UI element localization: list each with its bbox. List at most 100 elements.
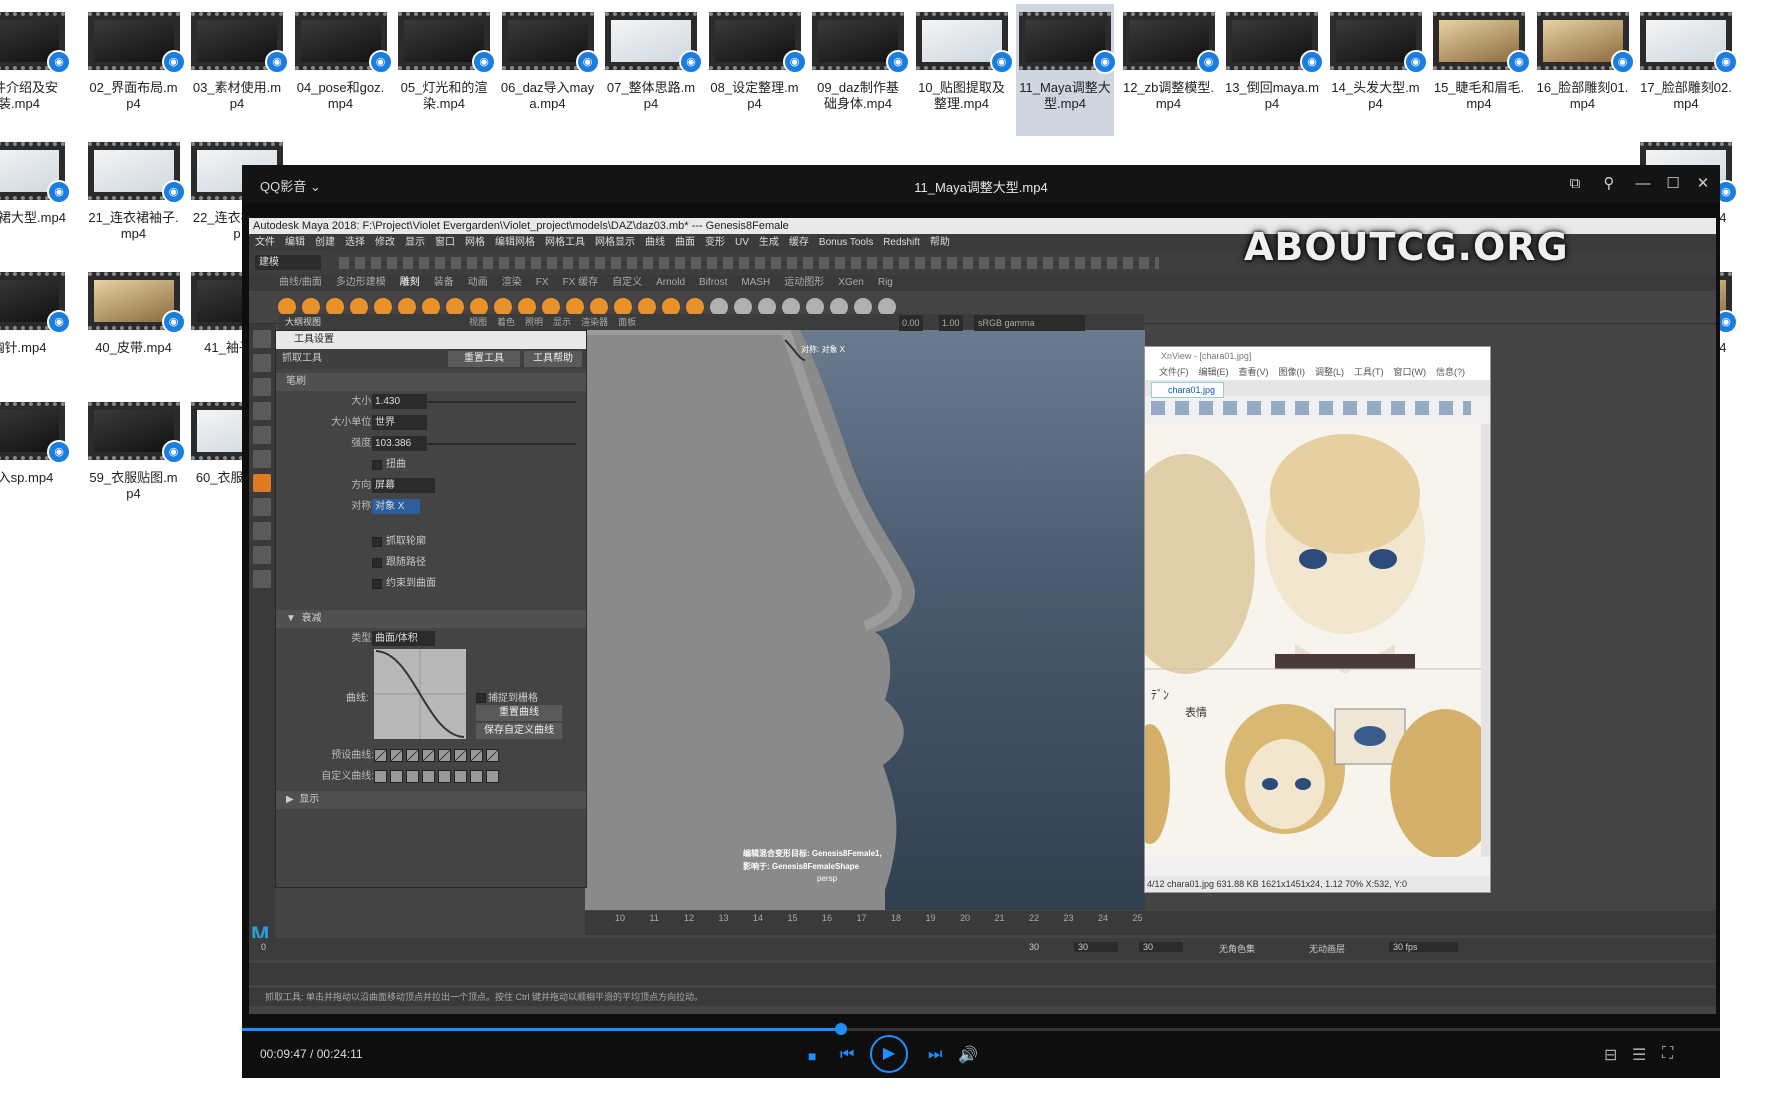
range-start[interactable]: 0 [261,942,266,952]
viewport-menu-item[interactable]: 面板 [618,317,636,327]
anim-layer-select[interactable]: 无动画层 [1309,942,1345,955]
maya-menu-item[interactable]: 窗口 [435,237,455,248]
shelf-tab[interactable]: Bifrost [699,277,727,288]
display-section[interactable]: ▶ 显示 [276,791,586,809]
character-set-select[interactable]: 无角色集 [1219,942,1255,955]
shelf-tab[interactable]: FX 缓存 [563,277,599,288]
file-item[interactable]: ◉ 导入sp.mp4 [0,394,71,526]
curve-swatch[interactable] [422,770,435,783]
curve-swatch[interactable] [390,749,403,762]
constrain-checkbox[interactable] [372,579,382,589]
playback-end-field[interactable]: 30 [1139,942,1184,952]
shelf-tab[interactable]: 装备 [434,277,454,288]
maya-viewport[interactable]: 对称: 对象 X 编辑混合变形目标: Genesis8Female1, 影响于:… [585,330,1145,910]
xnview-menu-item[interactable]: 图像(I) [1279,367,1306,377]
curve-swatch[interactable] [438,770,451,783]
size-slider[interactable] [428,401,576,403]
layout-two-icon[interactable] [253,546,271,564]
file-item[interactable]: ◉ 文件介绍及安装.mp4 [0,4,71,136]
previous-icon[interactable]: ⏮ [840,1046,854,1064]
file-item[interactable]: ◉ 04_pose和goz.mp4 [292,4,393,136]
file-item[interactable]: ◉ 02_界面布局.mp4 [85,4,186,136]
maya-menu-item[interactable]: 网格 [465,237,485,248]
viewport-menu-item[interactable]: 视图 [469,317,487,327]
maya-menu-item[interactable]: Redshift [883,237,920,248]
progress-knob[interactable] [834,1023,847,1035]
time-slider[interactable]: 10 11 12 13 14 15 16 17 18 19 20 21 22 23 24 25 [585,911,1716,935]
viewport-menu-item[interactable]: 显示 [553,317,571,327]
paint-select-icon[interactable] [253,378,271,396]
gamma-field[interactable]: 1.00 [939,315,963,331]
select-tool-icon[interactable] [253,330,271,348]
curve-swatch[interactable] [470,770,483,783]
toolbox-icon[interactable]: ⊟ [1604,1045,1617,1065]
file-item[interactable]: ◉ 15_睫毛和眉毛.mp4 [1430,4,1531,136]
shelf-tab[interactable]: 曲线/曲面 [279,277,322,288]
shelf-tab[interactable]: 渲染 [502,277,522,288]
reset-tool-button[interactable]: 重置工具 [448,351,520,367]
shelf-tab[interactable]: 自定义 [612,277,642,288]
snap-grid-checkbox[interactable] [476,693,486,703]
falloff-section[interactable]: ▼ 衰减 [276,610,586,628]
maya-menu-item[interactable]: 变形 [705,237,725,248]
type-select[interactable]: 曲面/体积 [372,631,435,646]
follow-path-checkbox[interactable] [372,558,382,568]
curve-swatch[interactable] [454,749,467,762]
curve-swatch[interactable] [486,749,499,762]
player-titlebar[interactable]: QQ影音 ⌄ 11_Maya调整大型.mp4 ⧉ ⚲ — ☐ ✕ [242,165,1720,203]
tool-help-button[interactable]: 工具帮助 [524,351,582,367]
xnview-menu-item[interactable]: 工具(T) [1354,367,1384,377]
curve-swatch[interactable] [470,749,483,762]
file-item[interactable]: ◉ 09_daz制作基础身体.mp4 [809,4,910,136]
brush-section[interactable]: 笔刷 [276,373,586,391]
maya-menu-item[interactable]: 修改 [375,237,395,248]
maya-menu-item[interactable]: 创建 [315,237,335,248]
grab-outline-checkbox[interactable] [372,537,382,547]
minimize-button[interactable]: — [1628,171,1658,197]
file-item[interactable]: ◉ 11_Maya调整大型.mp4 [1016,4,1117,136]
play-icon[interactable]: ▶ [870,1035,908,1073]
outliner-tab[interactable]: 大纲视图 [279,314,463,330]
symmetry-select[interactable]: 对象 X [372,499,420,514]
file-item[interactable]: ◉ 21_连衣裙袖子.mp4 [85,134,186,266]
maya-menu-item[interactable]: 显示 [405,237,425,248]
maya-menu-item[interactable]: 缓存 [789,237,809,248]
shelf-tab[interactable]: Arnold [656,277,685,288]
save-curve-button[interactable]: 保存自定义曲线 [476,723,562,739]
lasso-tool-icon[interactable] [253,354,271,372]
maya-menu-item[interactable]: 编辑 [285,237,305,248]
file-item[interactable]: ◉ 05_灯光和的渲染.mp4 [395,4,496,136]
maya-menu-item[interactable]: Bonus Tools [819,237,873,248]
curve-swatch[interactable] [454,770,467,783]
shelf-tab[interactable]: FX [536,277,549,288]
mode-selector[interactable]: 建模 [255,255,321,270]
stop-icon[interactable]: ■ [808,1048,816,1064]
playback-progress-bar[interactable] [242,1023,1720,1035]
file-item[interactable]: ◉ 13_倒回maya.mp4 [1223,4,1324,136]
curve-swatch[interactable] [438,749,451,762]
curve-swatch[interactable] [486,770,499,783]
close-button[interactable]: ✕ [1688,171,1718,197]
twist-checkbox[interactable] [372,460,382,470]
xnview-tab[interactable]: chara01.jpg [1151,382,1225,398]
fps-select[interactable]: 30 fps [1389,942,1458,952]
volume-icon[interactable]: 🔊 [958,1045,978,1065]
strength-field[interactable]: 103.386 [372,436,427,451]
fullscreen-icon[interactable]: ⛶ [1662,1045,1673,1063]
viewport-menu-item[interactable]: 着色 [497,317,515,327]
shelf-tab[interactable]: MASH [741,277,770,288]
xnview-menu-item[interactable]: 信息(?) [1436,367,1465,377]
viewport-menu-item[interactable]: 渲染器 [581,317,608,327]
maya-menu-item[interactable]: UV [735,237,749,248]
curve-swatch[interactable] [390,770,403,783]
file-item[interactable]: ◉ 10_贴图提取及整理.mp4 [913,4,1014,136]
maya-menu-item[interactable]: 帮助 [930,237,950,248]
shelf-tab[interactable]: 雕刻 [400,277,420,288]
xnview-scrollbar[interactable] [1481,424,1490,857]
maya-menu-item[interactable]: 曲面 [675,237,695,248]
command-line[interactable] [249,963,1716,985]
strength-slider[interactable] [428,443,576,445]
xnview-menu-item[interactable]: 窗口(W) [1394,367,1427,377]
maximize-button[interactable]: ☐ [1658,171,1688,197]
curve-swatch[interactable] [374,749,387,762]
